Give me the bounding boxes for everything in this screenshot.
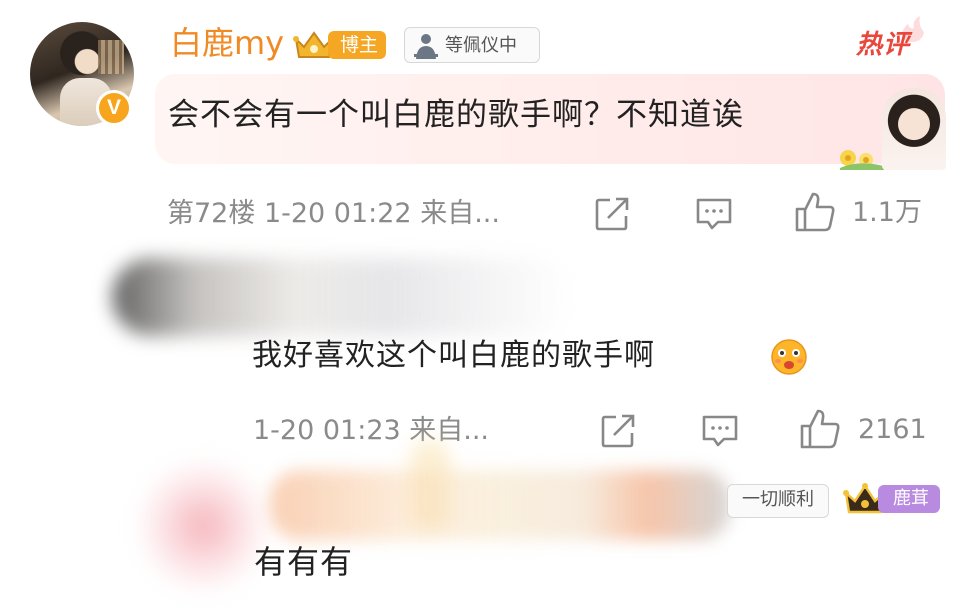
comment-meta: 第72楼 1-20 01:22 来自... <box>167 198 500 229</box>
reply-text[interactable]: 有有有 <box>254 538 353 586</box>
level-badge[interactable]: 鹿茸 <box>842 482 944 516</box>
blurred-user-info <box>270 470 730 540</box>
verified-badge-icon: V <box>96 90 132 126</box>
fan-badge[interactable]: 一切顺利 <box>727 484 829 518</box>
like-icon[interactable] <box>794 191 836 233</box>
avatar-background-window <box>98 40 124 74</box>
fan-badge-label: 等佩仪中 <box>445 35 517 56</box>
hot-comment-label: 热评 <box>856 30 911 60</box>
comment-username[interactable]: 白鹿my <box>170 21 284 65</box>
blurred-avatar <box>138 456 268 596</box>
bubble-decoration-portrait <box>882 88 946 170</box>
like-count: 2161 <box>858 414 927 445</box>
blurred-user-info <box>112 258 572 336</box>
blogger-badge[interactable]: 博主 <box>292 29 392 61</box>
reply-meta: 1-20 01:23 来自... <box>253 415 489 446</box>
reply-icon[interactable] <box>700 413 740 449</box>
reply-text[interactable]: 我好喜欢这个叫白鹿的歌手啊 <box>252 333 655 379</box>
like-count: 1.1万 <box>852 197 922 228</box>
fan-badge[interactable]: 等佩仪中 <box>404 27 540 63</box>
level-badge-label: 鹿茸 <box>878 485 940 513</box>
flower-decoration-icon <box>840 150 884 170</box>
comment-text[interactable]: 会不会有一个叫白鹿的歌手啊？不知道诶 <box>168 90 744 140</box>
reply-icon[interactable] <box>694 196 734 232</box>
share-icon[interactable] <box>594 196 630 232</box>
like-icon[interactable] <box>799 408 841 450</box>
role-badge-label: 博主 <box>328 31 386 59</box>
fan-icon <box>414 34 438 59</box>
share-icon[interactable] <box>600 413 636 449</box>
emoji-icon <box>771 339 807 375</box>
